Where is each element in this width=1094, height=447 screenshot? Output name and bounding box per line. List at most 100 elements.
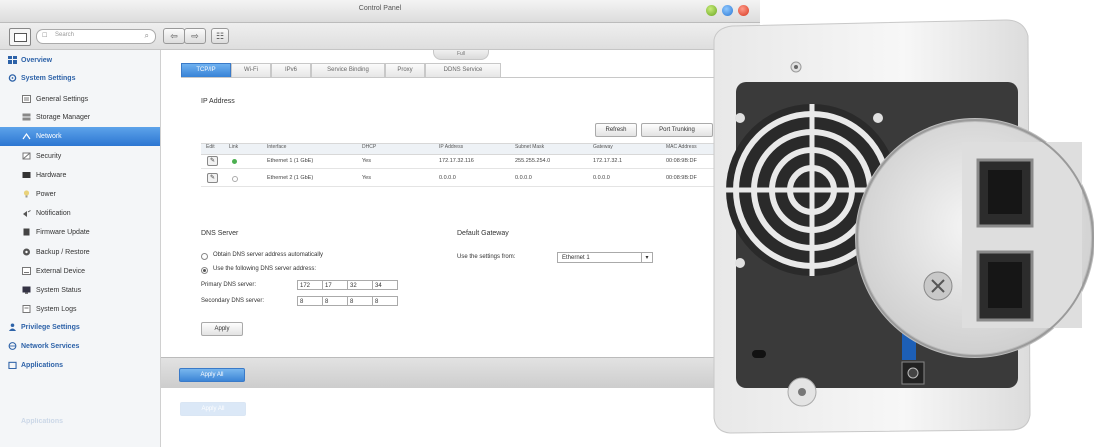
primary-dns-octet-2[interactable]: 17 xyxy=(322,280,348,290)
edit-icon[interactable]: ✎ xyxy=(207,173,218,183)
sidebar-item-security[interactable]: Security xyxy=(0,147,160,166)
system-logs-icon xyxy=(22,305,31,313)
secondary-dns-octet-3[interactable]: 8 xyxy=(347,296,373,306)
sidebar-item-firmware-update[interactable]: Firmware Update xyxy=(0,223,160,242)
cell-gateway: 172.17.32.1 xyxy=(593,158,623,164)
network-settings-panel: Full TCP/IP Wi-Fi IPv6 Service Binding P… xyxy=(161,50,760,398)
sidebar-label: Storage Manager xyxy=(36,114,91,121)
cell-ip: 172.17.32.116 xyxy=(439,158,474,164)
sidebar-label-applications: Applications xyxy=(21,362,64,369)
col-interface: Interface xyxy=(267,144,287,150)
sidebar-item-general-settings[interactable]: General Settings xyxy=(0,90,160,109)
primary-dns-octet-3[interactable]: 32 xyxy=(347,280,373,290)
dns-auto-label: Obtain DNS server address automatically xyxy=(213,252,324,258)
primary-dns-octet-4[interactable]: 34 xyxy=(372,280,398,290)
secondary-dns-octet-4[interactable]: 8 xyxy=(372,296,398,306)
applications-icon xyxy=(8,361,17,369)
col-ip-address: IP Address xyxy=(439,144,464,150)
gateway-use-label: Use the settings from: xyxy=(457,254,516,260)
window-title: Control Panel xyxy=(358,5,402,12)
sidebar-label: Network xyxy=(36,133,62,140)
gear-icon xyxy=(8,74,17,82)
sidebar-item-overview[interactable]: Overview xyxy=(0,51,160,70)
sidebar-item-system-status[interactable]: System Status xyxy=(0,281,160,300)
maximize-button[interactable] xyxy=(722,5,733,16)
sidebar-item-notification[interactable]: Notification xyxy=(0,204,160,223)
cell-mask: 0.0.0.0 xyxy=(515,175,532,181)
tab-wifi[interactable]: Wi-Fi xyxy=(231,63,271,78)
col-dhcp: DHCP xyxy=(362,144,377,150)
sidebar-item-system-settings[interactable]: System Settings xyxy=(0,69,160,88)
sidebar-label: Power xyxy=(36,191,56,198)
sidebar-item-external-device[interactable]: External Device xyxy=(0,262,160,281)
sidebar-item-backup-restore[interactable]: Backup / Restore xyxy=(0,243,160,262)
refresh-button[interactable]: Refresh xyxy=(595,123,637,137)
globe-icon xyxy=(8,342,17,350)
network-icon xyxy=(22,132,31,140)
power-icon xyxy=(23,190,30,198)
sidebar-item-hardware[interactable]: Hardware xyxy=(0,166,160,185)
cell-dhcp: Yes xyxy=(362,175,371,181)
grid-view-button[interactable]: ☷ xyxy=(211,28,229,44)
tab-ddns-service[interactable]: DDNS Service xyxy=(425,63,501,78)
sidebar-item-network[interactable]: Network xyxy=(0,127,160,146)
primary-dns-label: Primary DNS server: xyxy=(201,282,257,288)
tab-proxy[interactable]: Proxy xyxy=(385,63,425,78)
sidebar-item-storage-manager[interactable]: Storage Manager xyxy=(0,108,160,127)
port-trunking-button[interactable]: Port Trunking xyxy=(641,123,713,137)
cell-mac: 00:08:9B:DF xyxy=(666,175,697,181)
overview-icon xyxy=(8,56,17,64)
sidebar-item-privilege-settings[interactable]: Privilege Settings xyxy=(0,318,160,337)
control-panel-window: Control Panel ☐ Search ⌕ ⇦ ⇨ ☷ Overview … xyxy=(0,0,762,447)
dns-manual-radio[interactable] xyxy=(201,267,208,274)
notification-icon xyxy=(23,210,31,217)
sidebar-label: Firmware Update xyxy=(36,229,90,236)
search-scope-icon: ☐ xyxy=(42,33,48,39)
cell-gateway: 0.0.0.0 xyxy=(593,175,610,181)
title-bar: Control Panel xyxy=(0,0,760,23)
row-divider xyxy=(201,186,760,187)
sidebar-item-network-services[interactable]: Network Services xyxy=(0,337,160,356)
apply-all-reflection: Apply All xyxy=(180,402,246,416)
cell-interface: Ethernet 2 (1 GbE) xyxy=(267,175,314,181)
apply-button[interactable]: Apply xyxy=(201,322,243,336)
search-icon[interactable]: ⌕ xyxy=(145,31,149,41)
cell-mac: 00:08:9B:DF xyxy=(666,158,697,164)
link-status-icon xyxy=(232,159,237,164)
sidebar-item-power[interactable]: Power xyxy=(0,185,160,204)
dns-manual-label: Use the following DNS server address: xyxy=(213,266,317,272)
col-edit: Edit xyxy=(206,144,215,150)
close-button[interactable] xyxy=(738,5,749,16)
chevron-down-icon: ▾ xyxy=(641,253,652,262)
primary-dns-octet-1[interactable]: 172 xyxy=(297,280,323,290)
backup-icon xyxy=(23,248,30,256)
security-icon xyxy=(22,152,31,160)
secondary-dns-octet-1[interactable]: 8 xyxy=(297,296,323,306)
sidebar-label: General Settings xyxy=(36,96,89,103)
sidebar-item-system-logs[interactable]: System Logs xyxy=(0,300,160,319)
col-gateway: Gateway xyxy=(593,144,613,150)
sidebar-toggle-icon[interactable] xyxy=(9,28,31,46)
tab-service-binding[interactable]: Service Binding xyxy=(311,63,385,78)
sidebar-label-system-settings: System Settings xyxy=(21,75,76,82)
sidebar-label: Notification xyxy=(36,210,71,217)
back-button[interactable]: ⇦ xyxy=(163,28,185,44)
ip-address-title: IP Address xyxy=(201,98,235,105)
cell-interface: Ethernet 1 (1 GbE) xyxy=(267,158,314,164)
dns-auto-radio[interactable] xyxy=(201,253,208,260)
tab-ipv6[interactable]: IPv6 xyxy=(271,63,311,78)
apply-all-button[interactable]: Apply All xyxy=(179,368,245,382)
edit-icon[interactable]: ✎ xyxy=(207,156,218,166)
tab-tcpip[interactable]: TCP/IP xyxy=(181,63,231,78)
gateway-interface-select[interactable]: Ethernet 1 ▾ xyxy=(557,252,653,263)
minimize-button[interactable] xyxy=(706,5,717,16)
secondary-dns-octet-2[interactable]: 8 xyxy=(322,296,348,306)
search-input[interactable]: ☐ Search ⌕ xyxy=(36,29,156,44)
sidebar-label: System Status xyxy=(36,287,82,294)
link-status-icon xyxy=(232,176,238,182)
forward-button[interactable]: ⇨ xyxy=(184,28,206,44)
panel-top-tab[interactable]: Full xyxy=(433,50,489,60)
col-mac-address: MAC Address xyxy=(666,144,697,150)
row-divider xyxy=(201,168,760,169)
sidebar-item-applications[interactable]: Applications xyxy=(0,356,160,375)
